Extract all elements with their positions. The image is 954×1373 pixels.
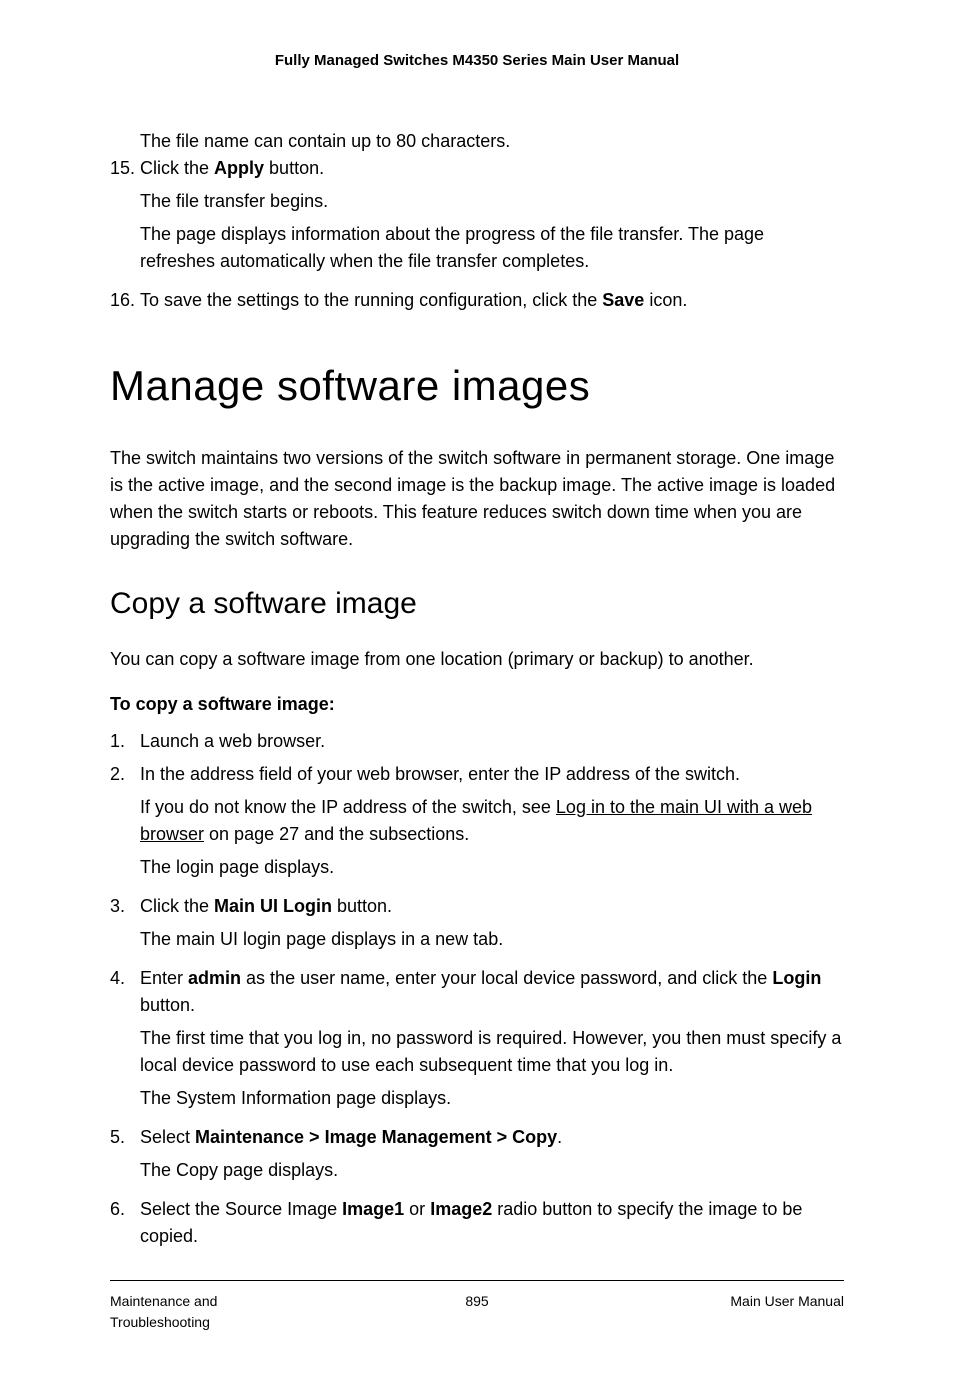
list-number: 4.	[110, 965, 140, 1118]
bold-nav-path: Maintenance > Image Management > Copy	[195, 1127, 557, 1147]
bold-image2: Image2	[430, 1199, 492, 1219]
text: Click the	[140, 158, 214, 178]
step-3: 3. Click the Main UI Login button. The m…	[110, 893, 844, 959]
list-number: 2.	[110, 761, 140, 887]
list-number: 16.	[110, 287, 140, 314]
text: If you do not know the IP address of the…	[140, 797, 556, 817]
procedure-lead: To copy a software image:	[110, 691, 844, 718]
page-footer: Maintenance and Troubleshooting 895 Main…	[110, 1280, 844, 1333]
text: icon.	[644, 290, 687, 310]
bold-image1: Image1	[342, 1199, 404, 1219]
footer-section-name: Maintenance and Troubleshooting	[110, 1291, 310, 1333]
body-text: You can copy a software image from one l…	[110, 646, 844, 673]
text: button.	[332, 896, 392, 916]
page-number: 895	[310, 1291, 644, 1333]
body-text: The file name can contain up to 80 chara…	[140, 128, 844, 155]
text: To save the settings to the running conf…	[140, 290, 602, 310]
body-text: The Copy page displays.	[140, 1157, 844, 1184]
text: Enter	[140, 968, 188, 988]
step-16: 16. To save the settings to the running …	[110, 287, 844, 314]
list-number: 3.	[110, 893, 140, 959]
text: on page 27 and the subsections.	[204, 824, 469, 844]
bold-admin: admin	[188, 968, 241, 988]
text: as the user name, enter your local devic…	[241, 968, 772, 988]
heading-copy-software-image: Copy a software image	[110, 581, 844, 626]
bold-main-ui-login: Main UI Login	[214, 896, 332, 916]
text: Click the	[140, 896, 214, 916]
body-text: The file transfer begins.	[140, 188, 844, 215]
text: .	[557, 1127, 562, 1147]
list-number: 15.	[110, 155, 140, 281]
body-text: The System Information page displays.	[140, 1085, 844, 1112]
bold-apply: Apply	[214, 158, 264, 178]
body-text: The first time that you log in, no passw…	[140, 1025, 844, 1079]
step-6: 6. Select the Source Image Image1 or Ima…	[110, 1196, 844, 1250]
step-5: 5. Select Maintenance > Image Management…	[110, 1124, 844, 1190]
body-text: The page displays information about the …	[140, 221, 844, 275]
step-15: 15. Click the Apply button. The file tra…	[110, 155, 844, 281]
list-number: 1.	[110, 728, 140, 755]
body-text: The switch maintains two versions of the…	[110, 445, 844, 553]
heading-manage-software-images: Manage software images	[110, 354, 844, 417]
footer-doc-name: Main User Manual	[644, 1291, 844, 1333]
document-header: Fully Managed Switches M4350 Series Main…	[110, 50, 844, 73]
bold-login: Login	[772, 968, 821, 988]
list-number: 5.	[110, 1124, 140, 1190]
text: or	[404, 1199, 430, 1219]
step-1: 1. Launch a web browser.	[110, 728, 844, 755]
text: button.	[140, 995, 195, 1015]
list-number: 6.	[110, 1196, 140, 1250]
step-2: 2. In the address field of your web brow…	[110, 761, 844, 887]
body-text: The login page displays.	[140, 854, 844, 881]
text: Select the Source Image	[140, 1199, 342, 1219]
body-text: The main UI login page displays in a new…	[140, 926, 844, 953]
text: Select	[140, 1127, 195, 1147]
text: In the address field of your web browser…	[140, 764, 740, 784]
step-4: 4. Enter admin as the user name, enter y…	[110, 965, 844, 1118]
text: button.	[264, 158, 324, 178]
text: Launch a web browser.	[140, 728, 844, 755]
bold-save: Save	[602, 290, 644, 310]
